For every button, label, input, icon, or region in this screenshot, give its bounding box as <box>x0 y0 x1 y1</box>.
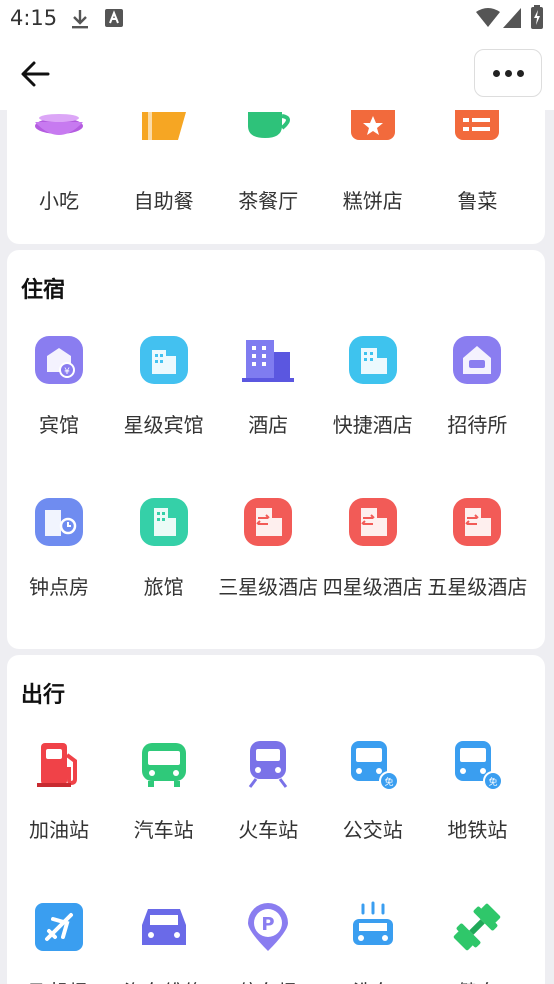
category-label: 招待所 <box>447 413 508 437</box>
hotel-icon <box>242 334 295 386</box>
category-item[interactable]: 糕饼店 <box>321 100 425 218</box>
category-label: 旅馆 <box>143 575 184 599</box>
category-item[interactable]: 快捷酒店 <box>321 334 425 442</box>
more-options-button[interactable] <box>474 49 542 97</box>
hourly-room-icon <box>33 496 85 548</box>
category-label: 汽车维修 <box>112 975 216 984</box>
category-item[interactable]: 汽车站 <box>112 739 216 847</box>
car-wash-icon <box>347 901 399 953</box>
travel-card: 出行 加油站汽车站火车站免公交站免地铁站飞机场汽车维修P停车场洗车健身 <box>7 655 545 984</box>
lodging-card: 住宿 ¥ 宾馆 星级宾馆 酒店 快捷酒店 招待所钟点房 旅馆 三星级酒店 四星级酒店 五星级酒店 <box>7 250 545 649</box>
gas-station-icon <box>33 739 85 791</box>
category-label: 星级宾馆 <box>123 413 204 437</box>
more-dot <box>504 69 512 77</box>
category-item[interactable]: 旅馆 <box>112 496 216 604</box>
category-item[interactable]: 三星级酒店 <box>216 496 320 604</box>
more-dot <box>516 69 524 77</box>
category-label: 加油站 <box>29 818 89 842</box>
back-arrow-icon[interactable] <box>18 56 56 92</box>
category-item[interactable]: 四星级酒店 <box>321 496 425 604</box>
download-icon <box>72 10 88 29</box>
snack-icon <box>33 112 85 164</box>
category-label: 汽车站 <box>133 818 194 842</box>
guesthouse-icon: ¥ <box>33 334 85 386</box>
category-label: 钟点房 <box>29 575 89 599</box>
category-label: 宾馆 <box>39 413 79 437</box>
status-bar: 4:15 <box>0 0 554 38</box>
svg-text:免: 免 <box>489 776 498 788</box>
category-item[interactable]: 鲁菜 <box>425 100 529 218</box>
svg-text:¥: ¥ <box>64 367 70 377</box>
category-item[interactable]: 洗车 <box>321 901 425 984</box>
category-item[interactable]: 招待所 <box>425 334 529 442</box>
three-star-hotel-icon <box>242 496 294 548</box>
more-dot <box>492 69 500 77</box>
signal-icon <box>503 8 521 28</box>
travel-section-title: 出行 <box>21 683 66 708</box>
category-item[interactable]: 汽车维修 <box>112 901 216 984</box>
parking-icon: P <box>242 901 294 953</box>
category-label: 小吃 <box>39 189 79 213</box>
category-item[interactable]: 免公交站 <box>321 739 425 847</box>
airport-icon <box>33 901 85 953</box>
category-label: 飞机场 <box>7 975 111 984</box>
express-hotel-icon <box>347 334 399 386</box>
category-label: 地铁站 <box>447 818 508 842</box>
category-label: 快捷酒店 <box>332 413 413 437</box>
category-label: 五星级酒店 <box>427 575 528 599</box>
inn-icon <box>138 496 190 548</box>
category-label: 茶餐厅 <box>238 189 299 213</box>
category-label: 鲁菜 <box>457 189 498 213</box>
category-item[interactable]: 加油站 <box>7 739 111 847</box>
car-repair-icon <box>138 901 190 953</box>
shandong-cuisine-icon <box>451 100 503 164</box>
wifi-icon <box>476 8 500 27</box>
category-item[interactable]: 茶餐厅 <box>216 112 320 218</box>
category-item[interactable]: ¥ 宾馆 <box>7 334 111 442</box>
fitness-icon <box>451 901 503 953</box>
subway-station-icon: 免 <box>451 739 504 791</box>
status-time: 4:15 <box>10 6 58 30</box>
category-label: 自助餐 <box>133 189 194 213</box>
category-label: 酒店 <box>248 413 289 437</box>
category-label: 公交站 <box>342 818 403 842</box>
train-station-icon <box>242 739 294 791</box>
four-star-hotel-icon <box>347 496 399 548</box>
nav-bar <box>0 38 554 110</box>
category-label: 三星级酒店 <box>218 575 319 599</box>
star-hotel-icon <box>138 334 190 386</box>
category-label: 四星级酒店 <box>322 575 423 599</box>
category-label: 停车场 <box>216 975 320 984</box>
five-star-hotel-icon <box>451 496 503 548</box>
bus-station-icon <box>138 739 190 791</box>
tea-restaurant-icon <box>242 112 294 164</box>
svg-text:免: 免 <box>384 776 393 788</box>
hostel-icon <box>451 334 503 386</box>
category-label: 洗车 <box>321 975 425 984</box>
category-item[interactable]: 小吃 <box>7 112 111 218</box>
category-item[interactable]: 星级宾馆 <box>112 334 216 442</box>
category-item[interactable]: 钟点房 <box>7 496 111 604</box>
bakery-icon <box>347 100 399 164</box>
app-notification-icon <box>105 9 123 27</box>
buffet-icon <box>138 112 190 164</box>
category-item[interactable]: 火车站 <box>216 739 320 847</box>
battery-icon <box>531 5 543 29</box>
bus-stop-icon: 免 <box>347 739 399 791</box>
category-item[interactable]: 健身 <box>425 901 529 984</box>
lodging-section-title: 住宿 <box>21 278 66 303</box>
svg-text:P: P <box>262 914 275 935</box>
category-label: 糕饼店 <box>342 189 403 213</box>
category-item[interactable]: 酒店 <box>216 334 320 442</box>
category-item[interactable]: 飞机场 <box>7 901 111 984</box>
category-label: 火车站 <box>238 818 299 842</box>
category-item[interactable]: 免地铁站 <box>425 739 529 847</box>
category-item[interactable]: 自助餐 <box>112 112 216 218</box>
category-item[interactable]: 五星级酒店 <box>425 496 529 604</box>
category-label: 健身 <box>425 975 529 984</box>
category-item[interactable]: P 停车场 <box>216 901 320 984</box>
